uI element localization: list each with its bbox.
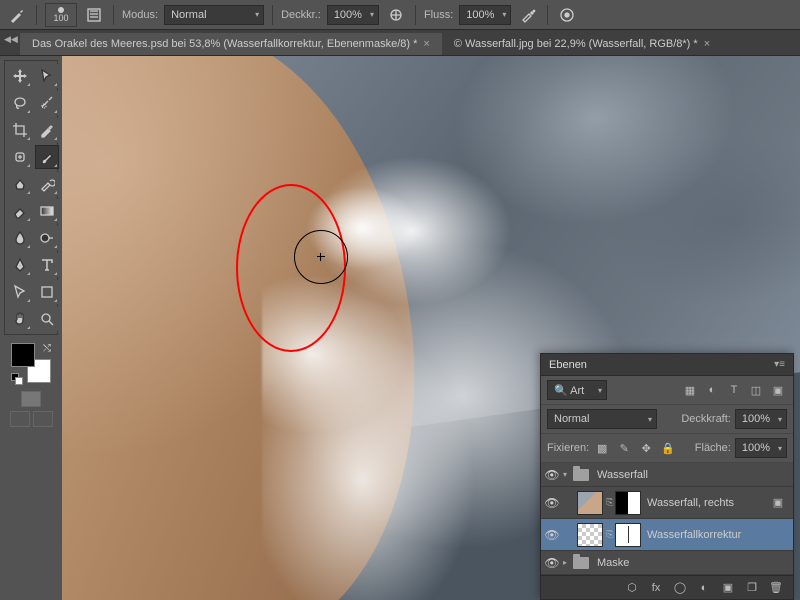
brush-preview[interactable]: 100 bbox=[45, 3, 77, 27]
layer-wasserfallkorrektur[interactable]: 👁 ⎘ Wasserfallkorrektur bbox=[541, 519, 793, 551]
new-group-button[interactable]: ▣ bbox=[719, 579, 737, 597]
opacity-dropdown[interactable]: 100%▾ bbox=[327, 5, 379, 25]
close-icon[interactable]: × bbox=[423, 38, 429, 50]
mask-link-icon[interactable]: ⎘ bbox=[605, 497, 615, 508]
quick-select-tool[interactable] bbox=[35, 91, 59, 115]
layer-wasserfall-rechts[interactable]: 👁 ⎘ Wasserfall, rechts ▣ bbox=[541, 487, 793, 519]
mask-thumb[interactable] bbox=[615, 523, 641, 547]
flow-label: Fluss: bbox=[424, 9, 453, 21]
layers-tab[interactable]: Ebenen bbox=[549, 359, 587, 371]
move-tool[interactable] bbox=[8, 64, 32, 88]
opacity-label: Deckkr.: bbox=[281, 9, 321, 21]
toolbox: ⤭ bbox=[0, 56, 62, 600]
lasso-tool[interactable] bbox=[8, 91, 32, 115]
layer-thumb[interactable] bbox=[577, 491, 603, 515]
adjustment-layer-button[interactable]: ◐ bbox=[695, 579, 713, 597]
blend-mode-dropdown[interactable]: Normal▾ bbox=[164, 5, 264, 25]
layers-panel: Ebenen ▾≡ 🔍 Art▾ ▦ ◐ T ◫ ▣ Normal▾ Deckk… bbox=[540, 353, 794, 600]
panel-menu-icon[interactable]: ▾≡ bbox=[774, 359, 785, 370]
foreground-color[interactable] bbox=[11, 343, 35, 367]
layer-fx-button[interactable]: fx bbox=[647, 579, 665, 597]
crop-tool[interactable] bbox=[8, 118, 32, 142]
pen-tool[interactable] bbox=[8, 253, 32, 277]
filter-badge-icon[interactable]: ▣ bbox=[769, 494, 787, 512]
collapse-icon[interactable]: ◀◀ bbox=[4, 34, 18, 45]
layer-fill-dropdown[interactable]: 100%▾ bbox=[735, 438, 787, 458]
filter-adjust-icon[interactable]: ◐ bbox=[703, 381, 721, 399]
document-tabs: ◀◀ Das Orakel des Meeres.psd bei 53,8% (… bbox=[0, 30, 800, 56]
close-icon[interactable]: × bbox=[704, 38, 710, 50]
lock-position-icon[interactable]: ✥ bbox=[637, 439, 655, 457]
filter-type-icon[interactable]: T bbox=[725, 381, 743, 399]
layer-opacity-dropdown[interactable]: 100%▾ bbox=[735, 409, 787, 429]
new-layer-button[interactable]: ❐ bbox=[743, 579, 761, 597]
document-tab-1[interactable]: Das Orakel des Meeres.psd bei 53,8% (Was… bbox=[20, 33, 442, 55]
pressure-size-button[interactable] bbox=[556, 4, 578, 26]
clone-stamp-tool[interactable] bbox=[8, 172, 32, 196]
brush-size-value: 100 bbox=[53, 13, 68, 23]
fill-label: Fläche: bbox=[695, 442, 731, 454]
lock-pixels-icon[interactable]: ✎ bbox=[615, 439, 633, 457]
history-brush-tool[interactable] bbox=[35, 172, 59, 196]
eyedropper-tool[interactable] bbox=[35, 118, 59, 142]
layer-filter-dropdown[interactable]: 🔍 Art▾ bbox=[547, 380, 607, 400]
selection-tool[interactable] bbox=[35, 64, 59, 88]
delete-layer-button[interactable]: 🗑 bbox=[767, 579, 785, 597]
layer-group-maske[interactable]: 👁 ▸ Maske bbox=[541, 551, 793, 575]
lock-transparency-icon[interactable]: ▩ bbox=[593, 439, 611, 457]
visibility-icon[interactable]: 👁 bbox=[541, 528, 563, 542]
document-tab-2[interactable]: © Wasserfall.jpg bei 22,9% (Wasserfall, … bbox=[442, 33, 722, 55]
lock-all-icon[interactable]: 🔒 bbox=[659, 439, 677, 457]
disclosure-icon[interactable]: ▸ bbox=[563, 558, 573, 567]
visibility-icon[interactable]: 👁 bbox=[541, 496, 563, 510]
tool-preset-button[interactable] bbox=[6, 4, 28, 26]
screen-mode-full[interactable] bbox=[33, 411, 53, 427]
dodge-tool[interactable] bbox=[35, 226, 59, 250]
swap-colors-icon[interactable]: ⤭ bbox=[43, 343, 51, 354]
pressure-opacity-button[interactable] bbox=[385, 4, 407, 26]
chevron-down-icon: ▾ bbox=[502, 10, 506, 19]
filter-shape-icon[interactable]: ◫ bbox=[747, 381, 765, 399]
airbrush-button[interactable] bbox=[517, 4, 539, 26]
mode-label: Modus: bbox=[122, 9, 158, 21]
mask-link-icon[interactable]: ⎘ bbox=[605, 529, 615, 540]
layer-blend-dropdown[interactable]: Normal▾ bbox=[547, 409, 657, 429]
options-bar: 100 Modus: Normal▾ Deckkr.: 100%▾ Fluss:… bbox=[0, 0, 800, 30]
color-swatches: ⤭ bbox=[11, 343, 51, 383]
layers-panel-footer: ⬡ fx ◯ ◐ ▣ ❐ 🗑 bbox=[541, 575, 793, 599]
healing-brush-tool[interactable] bbox=[8, 145, 32, 169]
layer-mask-button[interactable]: ◯ bbox=[671, 579, 689, 597]
chevron-down-icon: ▾ bbox=[255, 10, 259, 19]
default-colors-icon[interactable] bbox=[11, 373, 21, 383]
zoom-tool[interactable] bbox=[35, 307, 59, 331]
lock-label: Fixieren: bbox=[547, 442, 589, 454]
visibility-icon[interactable]: 👁 bbox=[541, 556, 563, 570]
link-layers-button[interactable]: ⬡ bbox=[623, 579, 641, 597]
shape-tool[interactable] bbox=[35, 280, 59, 304]
brush-cursor-cross bbox=[317, 253, 325, 261]
layer-opacity-label: Deckkraft: bbox=[681, 413, 731, 425]
folder-icon bbox=[573, 469, 589, 481]
screen-mode-standard[interactable] bbox=[10, 411, 30, 427]
layer-list: 👁 ▾ Wasserfall 👁 ⎘ Wasserfall, rechts ▣ … bbox=[541, 463, 793, 575]
disclosure-icon[interactable]: ▾ bbox=[563, 470, 573, 479]
brush-panel-toggle[interactable] bbox=[83, 4, 105, 26]
hand-tool[interactable] bbox=[8, 307, 32, 331]
eraser-tool[interactable] bbox=[8, 199, 32, 223]
flow-dropdown[interactable]: 100%▾ bbox=[459, 5, 511, 25]
chevron-down-icon: ▾ bbox=[370, 10, 374, 19]
filter-pixel-icon[interactable]: ▦ bbox=[681, 381, 699, 399]
filter-smart-icon[interactable]: ▣ bbox=[769, 381, 787, 399]
quick-mask-button[interactable] bbox=[21, 391, 41, 407]
folder-icon bbox=[573, 557, 589, 569]
brush-tool[interactable] bbox=[35, 145, 59, 169]
layer-thumb[interactable] bbox=[577, 523, 603, 547]
visibility-icon[interactable]: 👁 bbox=[541, 468, 563, 482]
type-tool[interactable] bbox=[35, 253, 59, 277]
path-select-tool[interactable] bbox=[8, 280, 32, 304]
blur-tool[interactable] bbox=[8, 226, 32, 250]
layer-group-wasserfall[interactable]: 👁 ▾ Wasserfall bbox=[541, 463, 793, 487]
mask-thumb[interactable] bbox=[615, 491, 641, 515]
gradient-tool[interactable] bbox=[35, 199, 59, 223]
